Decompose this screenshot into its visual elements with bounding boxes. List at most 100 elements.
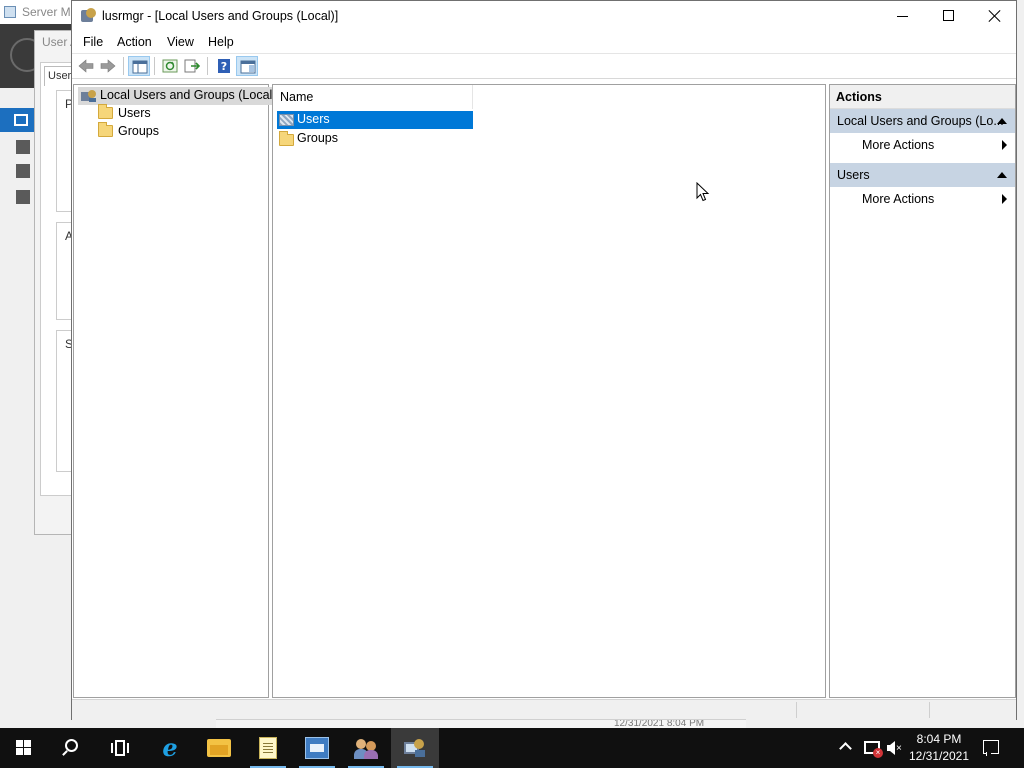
list-item-label: Groups — [297, 131, 338, 145]
forward-button[interactable] — [97, 56, 119, 76]
search-icon — [65, 739, 78, 752]
tree-item-label: Users — [118, 106, 151, 120]
close-button[interactable] — [971, 1, 1017, 32]
results-pane: Name Users Groups — [272, 84, 826, 698]
more-actions-label: More Actions — [862, 138, 935, 152]
actions-pane: Actions Local Users and Groups (Lo... Mo… — [829, 84, 1016, 698]
list-item-label: Users — [297, 112, 330, 126]
server-manager-nav — [0, 104, 36, 214]
console-tree-icon — [132, 60, 148, 74]
server-manager-icon — [305, 737, 329, 759]
mouse-cursor-icon — [696, 181, 710, 202]
refresh-button[interactable] — [159, 56, 181, 76]
help-button[interactable]: ? — [213, 56, 235, 76]
forward-arrow-icon — [100, 59, 116, 73]
actions-group-local-users-and-groups[interactable]: Local Users and Groups (Lo... — [830, 109, 1015, 133]
server-manager-title: Server Ma — [22, 5, 78, 19]
taskbar-server-manager[interactable] — [293, 728, 341, 768]
all-servers-icon[interactable] — [16, 164, 30, 178]
local-users-groups-icon — [81, 89, 97, 103]
folder-icon — [98, 122, 113, 137]
column-header-name[interactable]: Name — [273, 85, 473, 109]
submenu-arrow-icon — [1002, 194, 1007, 204]
console-tree-pane: Local Users and Groups (Local) Users Gro… — [73, 84, 281, 698]
menu-help[interactable]: Help — [206, 35, 236, 49]
action-center-icon[interactable] — [983, 740, 999, 756]
menu-bar: File Action View Help — [72, 32, 1016, 54]
taskbar-internet-explorer[interactable]: e — [146, 728, 194, 768]
lusrmgr-icon — [404, 738, 426, 758]
users-folder-icon — [279, 114, 294, 126]
notepad-icon — [259, 737, 277, 759]
folder-icon — [279, 131, 294, 146]
dashboard-nav-item[interactable] — [0, 108, 36, 132]
background-window-strip: 12/31/2021 8:04 PM — [216, 719, 746, 728]
show-hidden-icons-icon[interactable] — [839, 742, 852, 755]
volume-muted-icon: × — [896, 743, 902, 754]
list-item-groups[interactable]: Groups — [277, 130, 473, 148]
actions-group-users[interactable]: Users — [830, 163, 1015, 187]
svg-text:?: ? — [221, 60, 227, 73]
collapse-arrow-icon[interactable] — [997, 172, 1007, 178]
refresh-icon — [162, 59, 178, 73]
status-divider — [929, 702, 930, 718]
internet-explorer-icon: e — [162, 733, 178, 762]
back-button[interactable] — [75, 56, 97, 76]
task-view-icon — [111, 740, 129, 756]
more-actions-label: More Actions — [862, 192, 935, 206]
actions-title: Actions — [830, 85, 1015, 109]
more-actions-item[interactable]: More Actions — [830, 133, 1015, 157]
submenu-arrow-icon — [1002, 140, 1007, 150]
taskbar-notepad[interactable] — [244, 728, 292, 768]
network-disconnected-icon: × — [873, 748, 883, 758]
file-services-icon[interactable] — [16, 190, 30, 204]
windows-logo-icon — [16, 740, 32, 756]
tree-root-label: Local Users and Groups (Local) — [100, 88, 277, 102]
minimize-button[interactable] — [879, 1, 925, 32]
lusrmgr-app-icon[interactable] — [81, 8, 97, 24]
show-hide-action-pane-button[interactable] — [236, 56, 258, 76]
users-icon — [354, 737, 378, 759]
start-button[interactable] — [0, 728, 48, 768]
status-bar — [72, 699, 1016, 720]
task-view-button[interactable] — [96, 728, 144, 768]
collapse-arrow-icon[interactable] — [997, 118, 1007, 124]
actions-group-label: Local Users and Groups (Lo... — [837, 114, 1004, 128]
background-timestamp: 12/31/2021 8:04 PM — [614, 719, 705, 728]
window-title: lusrmgr - [Local Users and Groups (Local… — [102, 9, 339, 23]
dialog-tab-users[interactable]: Users — [44, 66, 74, 86]
action-pane-icon — [240, 60, 256, 74]
tree-root-local-users-and-groups[interactable]: Local Users and Groups (Local) — [78, 87, 281, 105]
taskbar-clock[interactable]: 8:04 PM 12/31/2021 — [906, 731, 972, 765]
maximize-button[interactable] — [925, 1, 971, 32]
menu-view[interactable]: View — [165, 35, 196, 49]
tree-item-groups[interactable]: Groups — [98, 122, 159, 141]
actions-group-label: Users — [837, 168, 870, 182]
menu-action[interactable]: Action — [115, 35, 154, 49]
clock-time: 8:04 PM — [916, 732, 962, 746]
folder-icon — [98, 104, 113, 119]
taskbar-user-accounts[interactable] — [342, 728, 390, 768]
local-server-icon[interactable] — [16, 140, 30, 154]
taskbar: e × × 8:04 PM 12/31/2021 — [0, 728, 1024, 768]
export-list-icon — [184, 59, 200, 73]
more-actions-item[interactable]: More Actions — [830, 187, 1015, 211]
taskbar-lusrmgr[interactable] — [391, 728, 439, 768]
show-hide-console-tree-button[interactable] — [128, 56, 150, 76]
toolbar: ? — [72, 54, 1016, 79]
toolbar-separator — [154, 57, 155, 75]
clock-date: 12/31/2021 — [908, 749, 970, 763]
title-bar[interactable]: lusrmgr - [Local Users and Groups (Local… — [72, 1, 1016, 32]
help-icon: ? — [216, 59, 232, 73]
toolbar-separator — [123, 57, 124, 75]
taskbar-file-explorer[interactable] — [195, 728, 243, 768]
export-list-button[interactable] — [181, 56, 203, 76]
server-manager-titlebar[interactable]: Server Ma — [0, 0, 80, 24]
list-item-users[interactable]: Users — [277, 111, 473, 129]
toolbar-separator — [207, 57, 208, 75]
maximize-icon — [943, 10, 954, 21]
search-button[interactable] — [48, 728, 96, 768]
tree-item-users[interactable]: Users — [98, 104, 151, 123]
menu-file[interactable]: File — [81, 35, 105, 49]
lusrmgr-window: lusrmgr - [Local Users and Groups (Local… — [71, 0, 1017, 720]
